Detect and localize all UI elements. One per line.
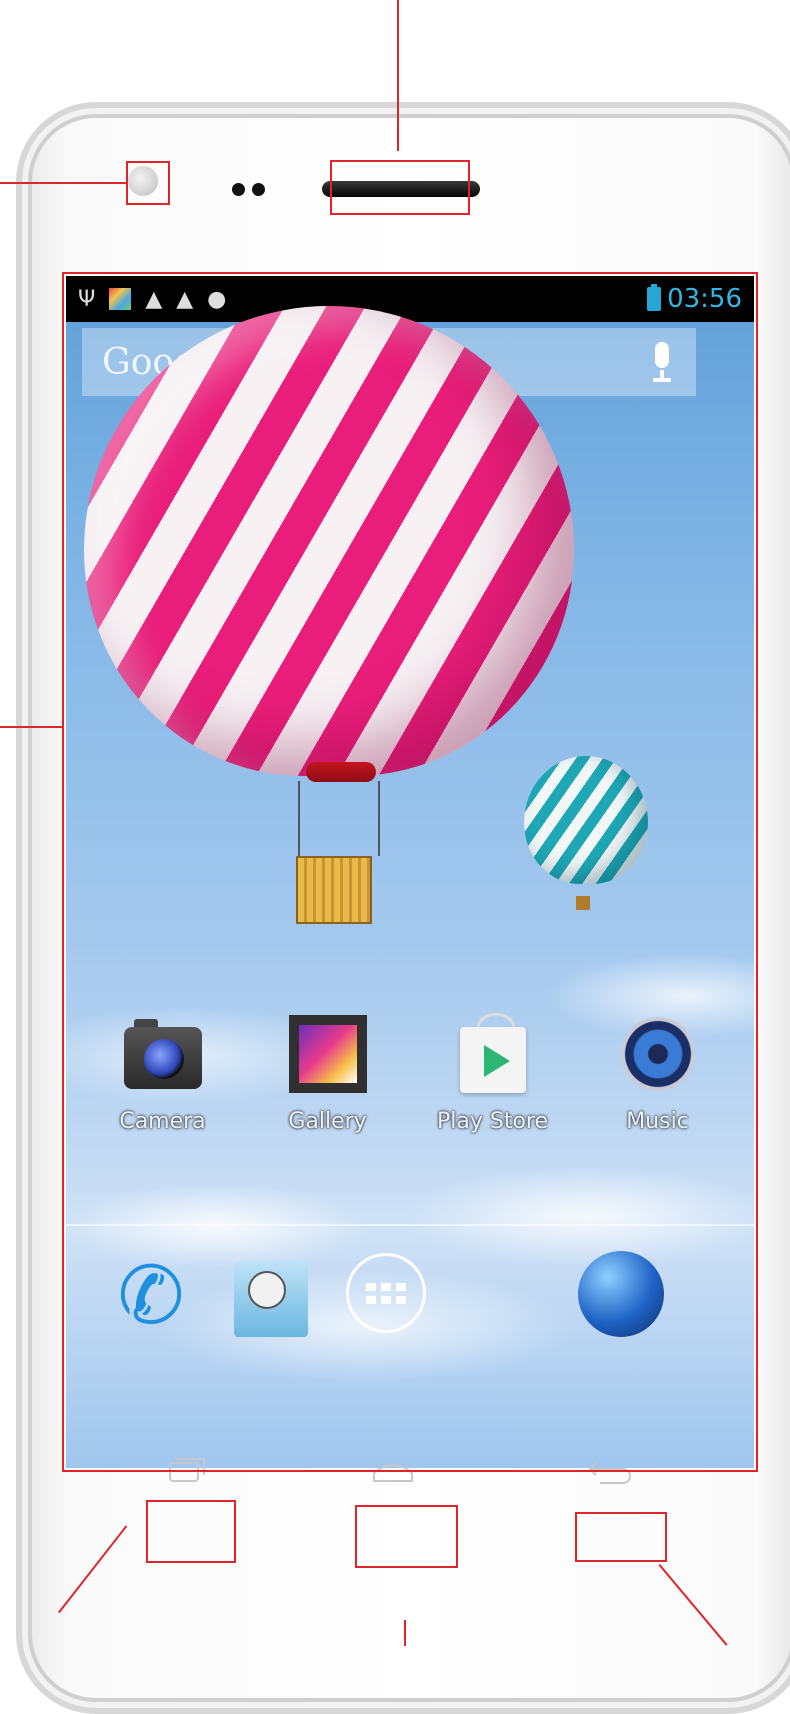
callout-box-screen xyxy=(62,272,758,1472)
callout-line-front-camera xyxy=(0,182,126,184)
callout-box-home xyxy=(355,1505,458,1568)
callout-box-back xyxy=(575,1512,667,1562)
proximity-sensor xyxy=(232,183,245,196)
callout-box-earpiece xyxy=(330,160,470,215)
callout-box-front-camera xyxy=(126,161,170,205)
light-sensor xyxy=(252,183,265,196)
callout-line-screen xyxy=(0,726,62,728)
callout-line-earpiece xyxy=(397,0,399,151)
callout-line-home xyxy=(404,1620,406,1646)
callout-box-recent-apps xyxy=(146,1500,236,1563)
